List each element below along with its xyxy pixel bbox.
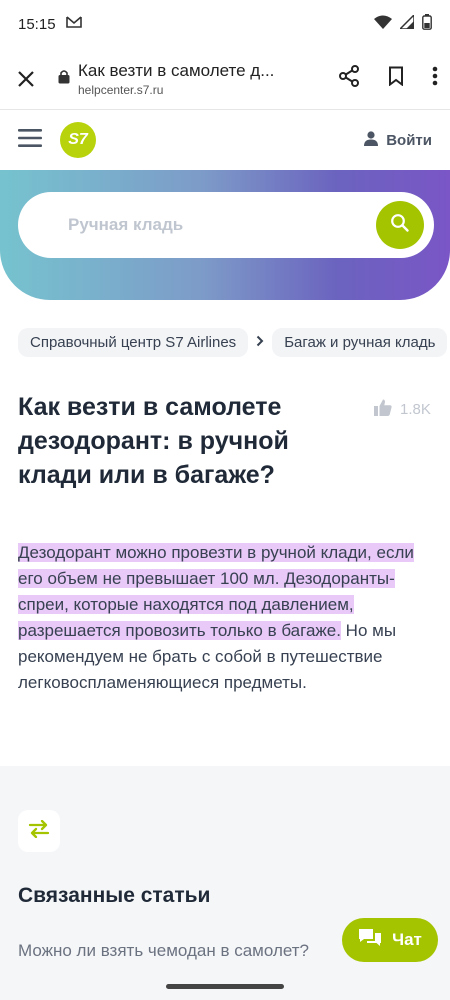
chat-button[interactable]: Чат (342, 918, 438, 962)
battery-icon (422, 14, 432, 34)
search-box (18, 192, 434, 258)
status-bar: 15:15 (0, 0, 450, 48)
breadcrumb-item-help-center[interactable]: Справочный центр S7 Airlines (18, 328, 249, 357)
article-title: Как везти в самолете дезодорант: в ручно… (18, 393, 289, 489)
breadcrumb-item-baggage[interactable]: Багаж и ручная кладь (272, 328, 448, 357)
wifi-icon (374, 15, 392, 33)
chevron-right-icon (256, 334, 264, 352)
swap-arrows-icon (28, 819, 50, 843)
share-icon[interactable] (338, 65, 360, 92)
page-title: Как везти в самолете д... (78, 60, 275, 80)
like-button[interactable]: 1.8K (374, 399, 431, 420)
close-icon[interactable] (12, 65, 40, 93)
swap-card (18, 810, 60, 852)
browser-toolbar: Как везти в самолете д... helpcenter.s7.… (0, 48, 450, 110)
search-input[interactable] (66, 214, 376, 236)
url-bar[interactable]: Как везти в самолете д... helpcenter.s7.… (58, 61, 326, 97)
logo-text: S7 (68, 131, 88, 148)
thumbs-up-icon (374, 399, 392, 420)
hamburger-menu-icon[interactable] (18, 128, 42, 153)
status-time: 15:15 (18, 15, 56, 33)
breadcrumb: Справочный центр S7 Airlines Багаж и руч… (18, 328, 450, 357)
chat-label: Чат (392, 930, 422, 949)
s7-logo[interactable]: S7 (60, 122, 96, 158)
more-vert-icon[interactable] (432, 66, 438, 91)
related-articles-section: Связанные статьи Можно ли взять чемодан … (0, 766, 450, 1000)
signal-icon (398, 13, 415, 33)
hero-banner (0, 170, 450, 300)
chat-bubble-icon (358, 928, 382, 953)
login-label: Войти (386, 131, 432, 149)
login-button[interactable]: Войти (364, 130, 432, 150)
search-icon (390, 213, 410, 238)
related-title: Связанные статьи (18, 884, 211, 907)
article-body: Дезодорант можно провезти в ручной клади… (18, 540, 433, 696)
page-domain: helpcenter.s7.ru (78, 82, 164, 97)
related-link[interactable]: Можно ли взять чемодан в самолет? (18, 941, 309, 961)
bookmark-icon[interactable] (388, 66, 404, 91)
gmail-icon (65, 15, 82, 33)
user-icon (364, 130, 379, 150)
home-indicator[interactable] (166, 984, 284, 989)
likes-count: 1.8K (400, 401, 431, 418)
lock-icon (58, 69, 70, 89)
site-header: S7 Войти (0, 110, 450, 170)
search-button[interactable] (376, 201, 424, 249)
